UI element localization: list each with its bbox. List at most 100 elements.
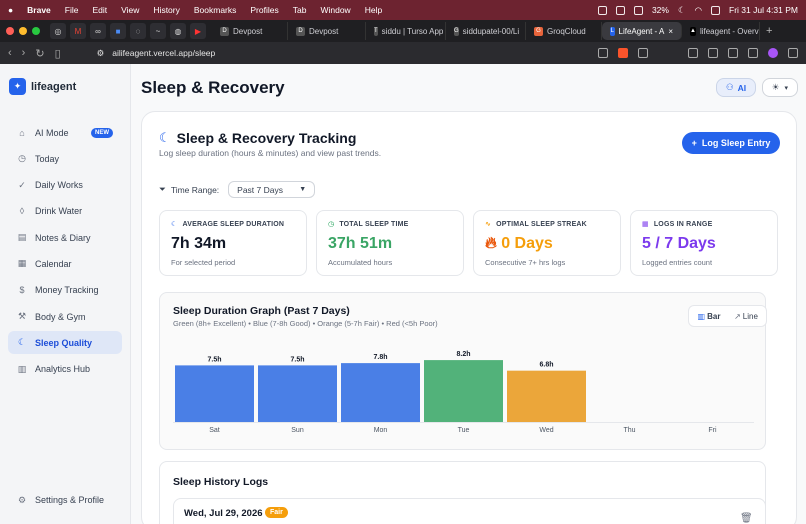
menu-file[interactable]: File — [65, 5, 79, 15]
reload-button[interactable]: ↻ — [35, 47, 44, 60]
stat-note: Logged entries count — [642, 258, 713, 267]
minimize-window-button[interactable] — [19, 27, 27, 35]
pinned-tab-icon[interactable]: ◎ — [50, 23, 66, 39]
extensions-icon[interactable] — [728, 48, 738, 58]
leo-icon[interactable] — [768, 48, 778, 58]
graph-legend: Green (8h+ Excellent) • Blue (7-8h Good)… — [173, 319, 438, 328]
brave-shield-icon[interactable] — [618, 48, 628, 58]
browser-tab[interactable]: D Devpost — [288, 22, 366, 40]
rewards-icon[interactable] — [638, 48, 648, 58]
status-icon[interactable] — [597, 5, 607, 15]
browser-tab[interactable]: Tsiddu | Turso App — [366, 22, 446, 40]
menu-app-name[interactable]: Brave — [27, 5, 51, 15]
menu-view[interactable]: View — [121, 5, 139, 15]
moon-icon[interactable]: ☾ — [678, 5, 686, 16]
menu-tab[interactable]: Tab — [293, 5, 307, 15]
sidebar-item-ai-mode[interactable]: ⌂ AI Mode NEW — [8, 121, 122, 144]
tab-favicon: D — [220, 26, 229, 36]
control-center-icon[interactable] — [711, 5, 721, 15]
new-tab-button[interactable]: + — [766, 25, 772, 37]
menu-edit[interactable]: Edit — [92, 5, 107, 15]
sidebar-item-daily-works[interactable]: ✓ Daily Works — [8, 174, 122, 197]
bookmark-icon[interactable]: ▯ — [55, 47, 61, 60]
sidebar-item-money[interactable]: $ Money Tracking — [8, 279, 122, 302]
chart-bar-sun[interactable] — [258, 365, 337, 422]
menu-profiles[interactable]: Profiles — [250, 5, 278, 15]
quality-badge: Fair — [265, 507, 288, 518]
menu-history[interactable]: History — [153, 5, 179, 15]
chart-bar-sat[interactable] — [175, 365, 254, 422]
address-bar[interactable]: ⚙ ailifeagent.vercel.app/sleep — [97, 48, 216, 59]
stat-label: TOTAL SLEEP TIME — [339, 220, 409, 228]
sidebar-item-analytics[interactable]: ▥ Analytics Hub — [8, 358, 122, 381]
settings-profile-link[interactable]: ⚙ Settings & Profile — [8, 490, 113, 510]
forward-button[interactable]: › — [22, 47, 26, 59]
x-tick-label: Mon — [374, 427, 388, 434]
sidebar-item-calendar[interactable]: ▦ Calendar — [8, 252, 122, 275]
tab-favicon: D — [296, 26, 305, 36]
line-chart-icon: ↗ — [734, 311, 741, 321]
theme-toggle-button[interactable]: ☀ ▾ — [762, 78, 798, 97]
sidebar-item-body-gym[interactable]: ⚒ Body & Gym — [8, 305, 122, 328]
ai-button[interactable]: ⚇ AI — [716, 78, 756, 97]
menu-bookmarks[interactable]: Bookmarks — [194, 5, 237, 15]
youtube-tab-icon[interactable]: ▶ — [190, 23, 206, 39]
x-tick-label: Tue — [458, 427, 470, 434]
chart-type-toggle: ▥ Bar ↗ Line — [688, 305, 767, 327]
delete-icon[interactable]: 🗑︎ — [740, 513, 753, 524]
close-window-button[interactable] — [6, 27, 14, 35]
brand-logo[interactable]: ✦ lifeagent — [9, 78, 76, 95]
bar-chart-toggle[interactable]: ▥ Bar — [692, 308, 726, 324]
tab-favicon: L — [610, 26, 615, 36]
chart-bar-wed[interactable] — [507, 370, 586, 422]
back-button[interactable]: ‹ — [8, 47, 12, 59]
vpn-icon[interactable] — [748, 48, 758, 58]
browser-tab[interactable]: D Devpost — [212, 22, 288, 40]
sidebar-item-notes[interactable]: ▤ Notes & Diary — [8, 226, 122, 249]
pinned-tab-icon[interactable]: ~ — [150, 23, 166, 39]
x-tick-label: Sun — [291, 427, 304, 434]
menu-datetime[interactable]: Fri 31 Jul 4:31 PM — [729, 5, 798, 15]
stat-card-streak: ∿ OPTIMAL SLEEP STREAK 🔥︎ 0 Days Consecut… — [473, 210, 621, 276]
sidebar-item-today[interactable]: ◷ Today — [8, 147, 122, 170]
sidebar-toggle-icon[interactable] — [688, 48, 698, 58]
menu-window[interactable]: Window — [320, 5, 350, 15]
url-text[interactable]: ailifeagent.vercel.app/sleep — [112, 48, 215, 58]
tab-label: GroqCloud — [547, 26, 586, 36]
battery-percent: 32% — [651, 5, 669, 15]
pinned-tab-icon[interactable]: ◌ — [130, 23, 146, 39]
bar-value-label: 6.8h — [539, 362, 553, 369]
sidebar-item-drink-water[interactable]: ◊ Drink Water — [8, 200, 122, 223]
status-icon[interactable] — [615, 5, 625, 15]
pinned-tab-icon[interactable]: ∞ — [90, 23, 106, 39]
menu-help[interactable]: Help — [365, 5, 382, 15]
browser-tab[interactable]: ▲ lifeagent - Overv — [682, 22, 760, 40]
browser-tab[interactable]: G GroqCloud — [526, 22, 602, 40]
zoom-window-button[interactable] — [32, 27, 40, 35]
droplet-icon: ◊ — [19, 206, 25, 217]
pinned-tab-icon[interactable]: ◍ — [170, 23, 186, 39]
history-entry: Wed, Jul 29, 2026 Fair 🗑︎ — [173, 498, 766, 524]
gmail-tab-icon[interactable]: M — [70, 23, 86, 39]
plus-icon: + — [691, 138, 697, 148]
log-sleep-entry-label: Log Sleep Entry — [701, 138, 771, 148]
site-settings-icon[interactable]: ⚙ — [97, 48, 105, 59]
chart-bar-tue[interactable] — [424, 360, 503, 422]
sidebar-item-sleep-quality[interactable]: ☾ Sleep Quality — [8, 331, 122, 355]
menu-icon[interactable] — [788, 48, 798, 58]
browser-tab-active[interactable]: L LifeAgent - A × — [602, 22, 682, 40]
apple-menu-icon[interactable]: ● — [8, 5, 13, 15]
stat-card-average: ☾ AVERAGE SLEEP DURATION 7h 34m For selec… — [159, 210, 307, 276]
close-tab-icon[interactable]: × — [668, 27, 673, 36]
share-icon[interactable] — [598, 48, 608, 58]
browser-tab[interactable]: Gsiddupatel-00/Li — [446, 22, 526, 40]
wifi-icon[interactable]: ◠ — [695, 5, 702, 16]
chart-bar-mon[interactable] — [341, 363, 420, 422]
status-icon[interactable] — [633, 5, 643, 15]
wallet-icon[interactable] — [708, 48, 718, 58]
log-sleep-entry-button[interactable]: + Log Sleep Entry — [682, 132, 780, 154]
pinned-tab-icon[interactable]: ■ — [110, 23, 126, 39]
bar-value-label: 8.2h — [456, 351, 470, 358]
line-chart-toggle[interactable]: ↗ Line — [729, 308, 763, 324]
time-range-select[interactable]: Past 7 Days ▼ — [228, 181, 316, 198]
